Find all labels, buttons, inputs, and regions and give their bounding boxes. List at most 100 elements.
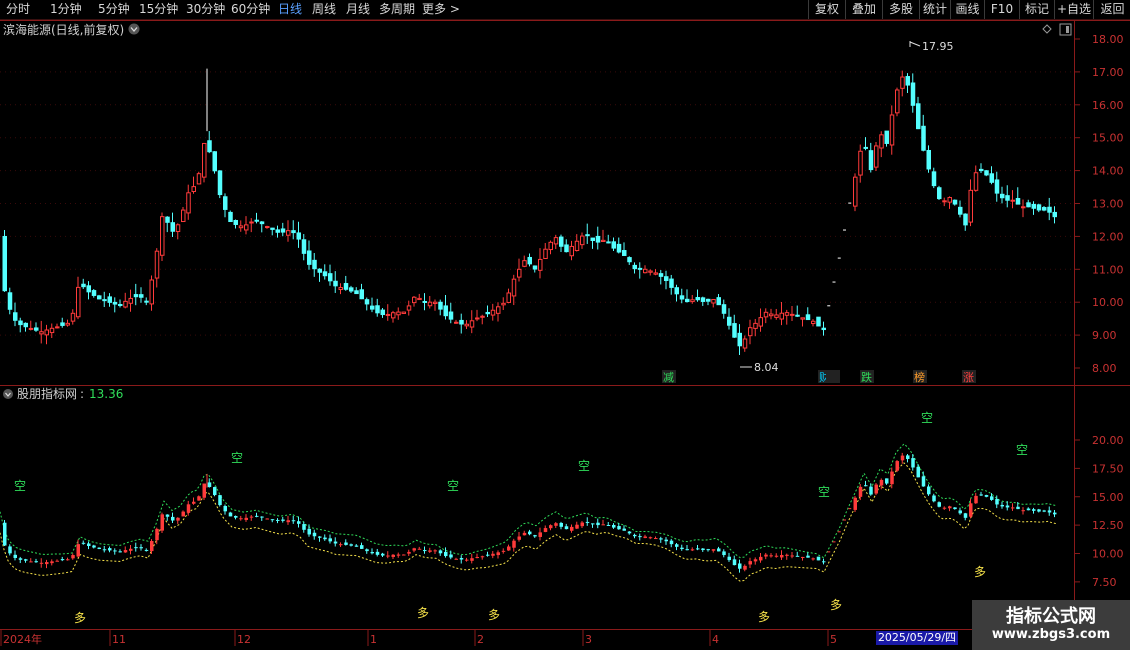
indicator-candle — [617, 523, 621, 530]
candle-body — [774, 314, 779, 318]
timeframe-daily[interactable]: 日线 — [278, 1, 302, 18]
indicator-candle-body — [1042, 510, 1046, 512]
diamond-icon[interactable] — [1042, 24, 1052, 34]
candle-body — [401, 311, 406, 314]
candle-body — [585, 234, 590, 237]
candle-body — [217, 170, 223, 196]
candle-body — [853, 176, 858, 207]
panel-toggle-icon[interactable] — [1059, 23, 1072, 36]
indicator-candle — [307, 524, 311, 537]
indicator-candle-body — [669, 540, 674, 545]
candle-body — [412, 296, 417, 304]
indicator-candle-body — [533, 535, 537, 537]
candle — [795, 305, 800, 318]
indicator-candle — [580, 521, 584, 528]
candle-body — [984, 170, 989, 176]
candle — [611, 237, 616, 252]
candle — [469, 310, 475, 334]
candle-body — [758, 317, 763, 327]
candle-body — [191, 186, 196, 192]
overlay-button[interactable]: 叠加 — [845, 0, 882, 19]
indicator-candle-body — [564, 526, 569, 530]
candle — [616, 237, 622, 254]
candle — [658, 270, 664, 285]
stats-button[interactable]: 统计 — [919, 0, 950, 19]
candle — [910, 73, 916, 113]
candle-body — [207, 140, 212, 153]
svg-text::: : — [80, 387, 84, 401]
indicator-candle-body — [554, 523, 558, 526]
indicator-candle-body — [591, 523, 595, 525]
f10-button[interactable]: F10 — [984, 0, 1019, 19]
adjust-button[interactable]: 复权 — [808, 0, 845, 19]
indicator-candle-body — [144, 549, 149, 551]
indicator-candle-body — [87, 543, 91, 547]
back-button[interactable]: 返回 — [1093, 0, 1130, 19]
draw-line-button[interactable]: 画线 — [950, 0, 984, 19]
indicator-candle — [774, 553, 779, 558]
indicator-menu-icon[interactable] — [3, 389, 13, 399]
add-favorite-button[interactable]: +自选 — [1054, 0, 1093, 19]
title-dropdown-icon[interactable] — [128, 23, 140, 35]
indicator-candle — [312, 529, 317, 540]
indicator-candle — [1021, 507, 1025, 515]
indicator-candle-body — [538, 532, 542, 537]
candle-body — [595, 235, 601, 243]
duo-signal: 多 — [758, 610, 770, 624]
candle — [1000, 186, 1005, 204]
candle-body — [674, 287, 679, 295]
indicator-tick-label: 15.00 — [1092, 491, 1124, 504]
candle — [690, 294, 695, 304]
time-axis: 2024年 11 12 1 2 3 4 5 — [0, 630, 837, 646]
indicator-candle — [585, 517, 590, 526]
indicator-candle-body — [381, 553, 385, 556]
timeframe-5min[interactable]: 5分钟 — [98, 1, 130, 18]
multi-stock-button[interactable]: 多股 — [882, 0, 919, 19]
candle — [480, 314, 485, 325]
indicator-candle-body — [864, 485, 868, 487]
candle — [175, 223, 181, 240]
timeframe-weekly[interactable]: 周线 — [312, 1, 336, 18]
indicator-candle-body — [900, 455, 905, 461]
time-tick-label: 3 — [585, 633, 592, 646]
candle — [921, 114, 926, 152]
candle-body — [1042, 207, 1047, 211]
indicator-candle-body — [549, 525, 553, 529]
indicator-candle-body — [1047, 510, 1052, 513]
timeframe-30min[interactable]: 30分钟 — [186, 1, 225, 18]
timeframe-1min[interactable]: 1分钟 — [50, 1, 82, 18]
indicator-candle — [507, 544, 511, 551]
indicator-candle-body — [942, 507, 947, 509]
timeframe-multi[interactable]: 多周期 — [379, 1, 415, 18]
indicator-candle — [1011, 503, 1015, 511]
candle — [181, 207, 186, 223]
indicator-candle-body — [491, 553, 495, 556]
indicator-candle-body — [927, 486, 931, 495]
timeframe-more[interactable]: 更多 > — [422, 1, 460, 18]
indicator-candle — [475, 553, 479, 559]
kline-chart[interactable]: 18.0017.0016.0015.0014.0013.0012.0011.00… — [0, 20, 1130, 650]
timeframe-15min[interactable]: 15分钟 — [139, 1, 178, 18]
candle-body — [107, 296, 112, 303]
candle-body — [496, 306, 501, 314]
candle-body — [133, 294, 139, 298]
candle-body — [459, 319, 464, 325]
time-tick-label: 1 — [370, 633, 377, 646]
candle-body — [60, 322, 65, 326]
indicator-candle-body — [24, 559, 28, 561]
candle — [1010, 190, 1015, 209]
timeframe-monthly[interactable]: 月线 — [346, 1, 370, 18]
candle-body — [81, 283, 86, 288]
mark-button[interactable]: 标记 — [1019, 0, 1054, 19]
indicator-candle-body — [638, 536, 642, 538]
indicator-candle — [181, 510, 185, 517]
timeframe-60min[interactable]: 60分钟 — [231, 1, 270, 18]
indicator-candle — [297, 516, 301, 528]
timeframe-fenshi[interactable]: 分时 — [6, 1, 30, 18]
candle — [118, 299, 123, 308]
indicator-candle-body — [155, 528, 159, 541]
indicator-candle-body — [218, 495, 222, 506]
candle — [1021, 199, 1026, 218]
indicator-candle — [654, 536, 658, 540]
indicator-candle-body — [365, 549, 369, 552]
